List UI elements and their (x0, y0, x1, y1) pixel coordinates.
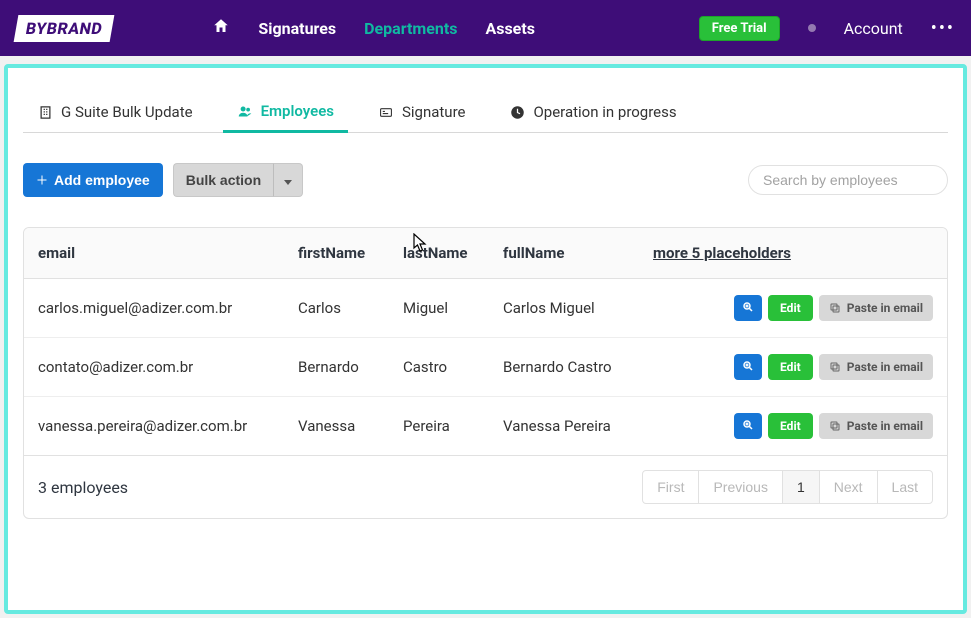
table-row: contato@adizer.com.br Bernardo Castro Be… (24, 338, 947, 397)
pager-first[interactable]: First (642, 470, 699, 504)
row-actions: Edit Paste in email (653, 354, 933, 380)
th-email: email (24, 228, 284, 279)
zoom-icon (742, 301, 754, 313)
pager-last[interactable]: Last (877, 470, 933, 504)
nav-assets[interactable]: Assets (485, 19, 534, 38)
nav-departments[interactable]: Departments (364, 19, 457, 38)
paste-button[interactable]: Paste in email (819, 354, 933, 380)
pager-page-1[interactable]: 1 (782, 470, 820, 504)
users-icon (237, 103, 253, 119)
tab-bulk-label: G Suite Bulk Update (61, 103, 193, 121)
edit-button[interactable]: Edit (768, 354, 813, 380)
tab-operation-label: Operation in progress (533, 103, 676, 121)
cell-fullname: Carlos Miguel (489, 279, 639, 338)
cell-lastname: Castro (389, 338, 489, 397)
subtabs: G Suite Bulk Update Employees Signature … (23, 68, 948, 133)
card-icon (378, 104, 394, 120)
th-fullname: fullName (489, 228, 639, 279)
search-input[interactable] (763, 172, 944, 188)
pager-prev[interactable]: Previous (698, 470, 782, 504)
zoom-icon (742, 360, 754, 372)
cell-firstname: Carlos (284, 279, 389, 338)
row-actions: Edit Paste in email (653, 295, 933, 321)
caret-down-icon (284, 180, 292, 185)
search-box[interactable] (748, 165, 948, 195)
cell-fullname: Vanessa Pereira (489, 397, 639, 456)
table-header-row: email firstName lastName fullName more 5… (24, 228, 947, 279)
clock-icon (509, 104, 525, 120)
status-dot-icon (808, 24, 816, 32)
th-firstname: firstName (284, 228, 389, 279)
toolbar: Add employee Bulk action (23, 163, 948, 197)
table-row: vanessa.pereira@adizer.com.br Vanessa Pe… (24, 397, 947, 456)
cell-email: carlos.miguel@adizer.com.br (24, 279, 284, 338)
edit-button[interactable]: Edit (768, 295, 813, 321)
cell-email: contato@adizer.com.br (24, 338, 284, 397)
copy-icon (829, 420, 841, 432)
table-footer: 3 employees First Previous 1 Next Last (24, 455, 947, 518)
bulk-action-button[interactable]: Bulk action (173, 163, 273, 197)
view-button[interactable] (734, 295, 762, 321)
brand-logo[interactable]: BYBRAND (14, 15, 115, 42)
th-more-placeholders[interactable]: more 5 placeholders (639, 228, 947, 279)
cell-firstname: Vanessa (284, 397, 389, 456)
cell-firstname: Bernardo (284, 338, 389, 397)
cell-lastname: Pereira (389, 397, 489, 456)
more-menu-icon[interactable]: ••• (931, 18, 955, 39)
cell-lastname: Miguel (389, 279, 489, 338)
paste-button[interactable]: Paste in email (819, 295, 933, 321)
pagination: First Previous 1 Next Last (643, 470, 933, 504)
view-button[interactable] (734, 413, 762, 439)
bulk-action-group: Bulk action (173, 163, 303, 197)
nav-home-icon[interactable] (212, 17, 230, 39)
cell-email: vanessa.pereira@adizer.com.br (24, 397, 284, 456)
view-button[interactable] (734, 354, 762, 380)
tab-bulk-update[interactable]: G Suite Bulk Update (23, 92, 207, 132)
nav-right: Free Trial Account ••• (699, 16, 955, 41)
building-icon (37, 104, 53, 120)
tab-employees[interactable]: Employees (223, 92, 348, 133)
th-lastname: lastName (389, 228, 489, 279)
cell-fullname: Bernardo Castro (489, 338, 639, 397)
edit-button[interactable]: Edit (768, 413, 813, 439)
copy-icon (829, 361, 841, 373)
tab-signature-label: Signature (402, 103, 466, 121)
employees-table: email firstName lastName fullName more 5… (23, 227, 948, 519)
main-nav: Signatures Departments Assets (212, 17, 535, 39)
add-employee-label: Add employee (54, 172, 150, 188)
tab-operation[interactable]: Operation in progress (495, 92, 690, 132)
zoom-icon (742, 419, 754, 431)
nav-signatures[interactable]: Signatures (258, 19, 336, 38)
free-trial-button[interactable]: Free Trial (699, 16, 780, 41)
employee-count: 3 employees (38, 478, 128, 497)
content-panel: G Suite Bulk Update Employees Signature … (4, 64, 967, 614)
tab-signature[interactable]: Signature (364, 92, 480, 132)
pager-next[interactable]: Next (819, 470, 878, 504)
row-actions: Edit Paste in email (653, 413, 933, 439)
add-employee-button[interactable]: Add employee (23, 163, 163, 197)
paste-button[interactable]: Paste in email (819, 413, 933, 439)
topbar: BYBRAND Signatures Departments Assets Fr… (0, 0, 971, 56)
plus-icon (36, 174, 48, 186)
table-row: carlos.miguel@adizer.com.br Carlos Migue… (24, 279, 947, 338)
tab-employees-label: Employees (261, 102, 334, 120)
copy-icon (829, 302, 841, 314)
account-link[interactable]: Account (844, 19, 903, 38)
bulk-action-caret[interactable] (273, 163, 303, 197)
